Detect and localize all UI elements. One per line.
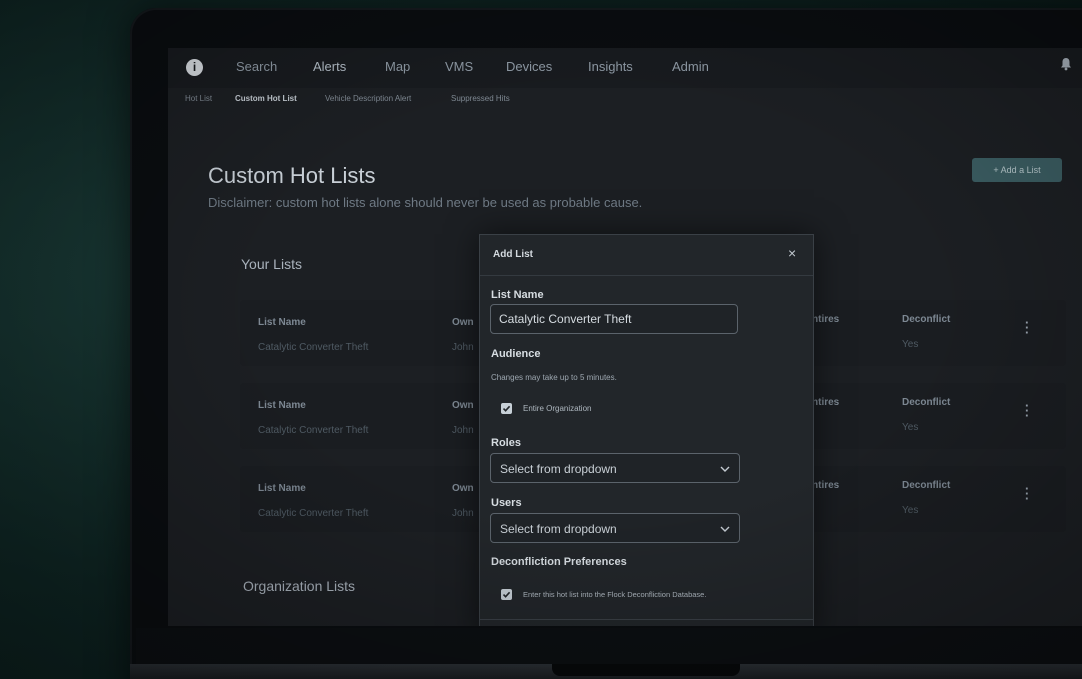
users-label: Users — [491, 497, 522, 509]
users-dropdown[interactable]: Select from dropdown — [490, 513, 740, 543]
list-name-value: Catalytic Converter Theft — [258, 425, 369, 436]
more-options-icon[interactable]: · · · — [1025, 482, 1029, 505]
add-list-button[interactable]: + Add a List — [972, 158, 1062, 182]
more-options-icon[interactable]: · · · — [1025, 316, 1029, 339]
list-name-input[interactable] — [490, 304, 738, 334]
deconflict-header: Deconflict — [902, 480, 951, 491]
list-name-value: Catalytic Converter Theft — [258, 342, 369, 353]
list-name-header: List Name — [258, 317, 306, 328]
list-name-value: Catalytic Converter Theft — [258, 508, 369, 519]
deconflict-header: Deconflict — [902, 314, 951, 325]
nav-item-devices[interactable]: Devices — [506, 59, 552, 74]
app-screen: i Search Alerts Map VMS Devices Insights… — [168, 48, 1082, 626]
owner-header: Own — [452, 317, 474, 328]
list-name-header: List Name — [258, 483, 306, 494]
info-logo-icon[interactable]: i — [186, 59, 203, 76]
deconfliction-preferences-label: Deconfliction Preferences — [491, 556, 627, 568]
nav-item-map[interactable]: Map — [385, 59, 410, 74]
deconfliction-checkbox[interactable] — [501, 589, 512, 600]
photo-scene: i Search Alerts Map VMS Devices Insights… — [0, 0, 1082, 679]
list-name-header: List Name — [258, 400, 306, 411]
nav-item-search[interactable]: Search — [236, 59, 277, 74]
nav-item-admin[interactable]: Admin — [672, 59, 709, 74]
checkmark-icon — [502, 405, 511, 412]
entire-organization-checkbox[interactable] — [501, 403, 512, 414]
list-name-label: List Name — [491, 289, 544, 301]
entries-header: ntires — [812, 397, 840, 408]
deconflict-value: Yes — [902, 505, 919, 516]
deconflict-header: Deconflict — [902, 397, 951, 408]
deconfliction-checkbox-label: Enter this hot list into the Flock Decon… — [523, 590, 707, 599]
chevron-down-icon — [720, 526, 730, 532]
roles-dropdown-value: Select from dropdown — [500, 462, 617, 476]
page-title: Custom Hot Lists — [208, 163, 376, 188]
subnav-hot-list[interactable]: Hot List — [185, 94, 212, 103]
modal-footer-divider — [480, 619, 813, 620]
entire-organization-label: Entire Organization — [523, 404, 592, 413]
disclaimer-text: Disclaimer: custom hot lists alone shoul… — [208, 195, 643, 210]
users-dropdown-value: Select from dropdown — [500, 522, 617, 536]
close-icon[interactable]: × — [788, 245, 796, 261]
nav-item-vms[interactable]: VMS — [445, 59, 473, 74]
nav-item-alerts[interactable]: Alerts — [313, 59, 346, 74]
roles-label: Roles — [491, 437, 521, 449]
subnav-vehicle-description-alert[interactable]: Vehicle Description Alert — [325, 94, 411, 103]
roles-dropdown[interactable]: Select from dropdown — [490, 453, 740, 483]
add-list-modal: Add List × List Name Audience Changes ma… — [479, 234, 814, 626]
subnav-suppressed-hits[interactable]: Suppressed Hits — [451, 94, 510, 103]
deconflict-value: Yes — [902, 422, 919, 433]
bell-icon[interactable] — [1060, 57, 1072, 71]
audience-label: Audience — [491, 348, 541, 360]
your-lists-heading: Your Lists — [241, 256, 302, 272]
audience-hint: Changes may take up to 5 minutes. — [491, 373, 617, 382]
entries-header: ntires — [812, 480, 840, 491]
checkmark-icon — [502, 591, 511, 598]
modal-header: Add List × — [480, 235, 813, 276]
modal-title: Add List — [493, 249, 533, 260]
chevron-down-icon — [720, 466, 730, 472]
deconflict-value: Yes — [902, 339, 919, 350]
owner-value: John — [452, 425, 474, 436]
top-navbar: i Search Alerts Map VMS Devices Insights… — [168, 48, 1082, 88]
subnav-custom-hot-list[interactable]: Custom Hot List — [235, 94, 297, 103]
entries-header: ntires — [812, 314, 840, 325]
organization-lists-heading: Organization Lists — [243, 578, 356, 594]
laptop-notch — [552, 664, 740, 676]
owner-value: John — [452, 342, 474, 353]
owner-value: John — [452, 508, 474, 519]
nav-item-insights[interactable]: Insights — [588, 59, 633, 74]
owner-header: Own — [452, 400, 474, 411]
laptop-bottom-bezel — [136, 628, 1082, 668]
owner-header: Own — [452, 483, 474, 494]
more-options-icon[interactable]: · · · — [1025, 399, 1029, 422]
